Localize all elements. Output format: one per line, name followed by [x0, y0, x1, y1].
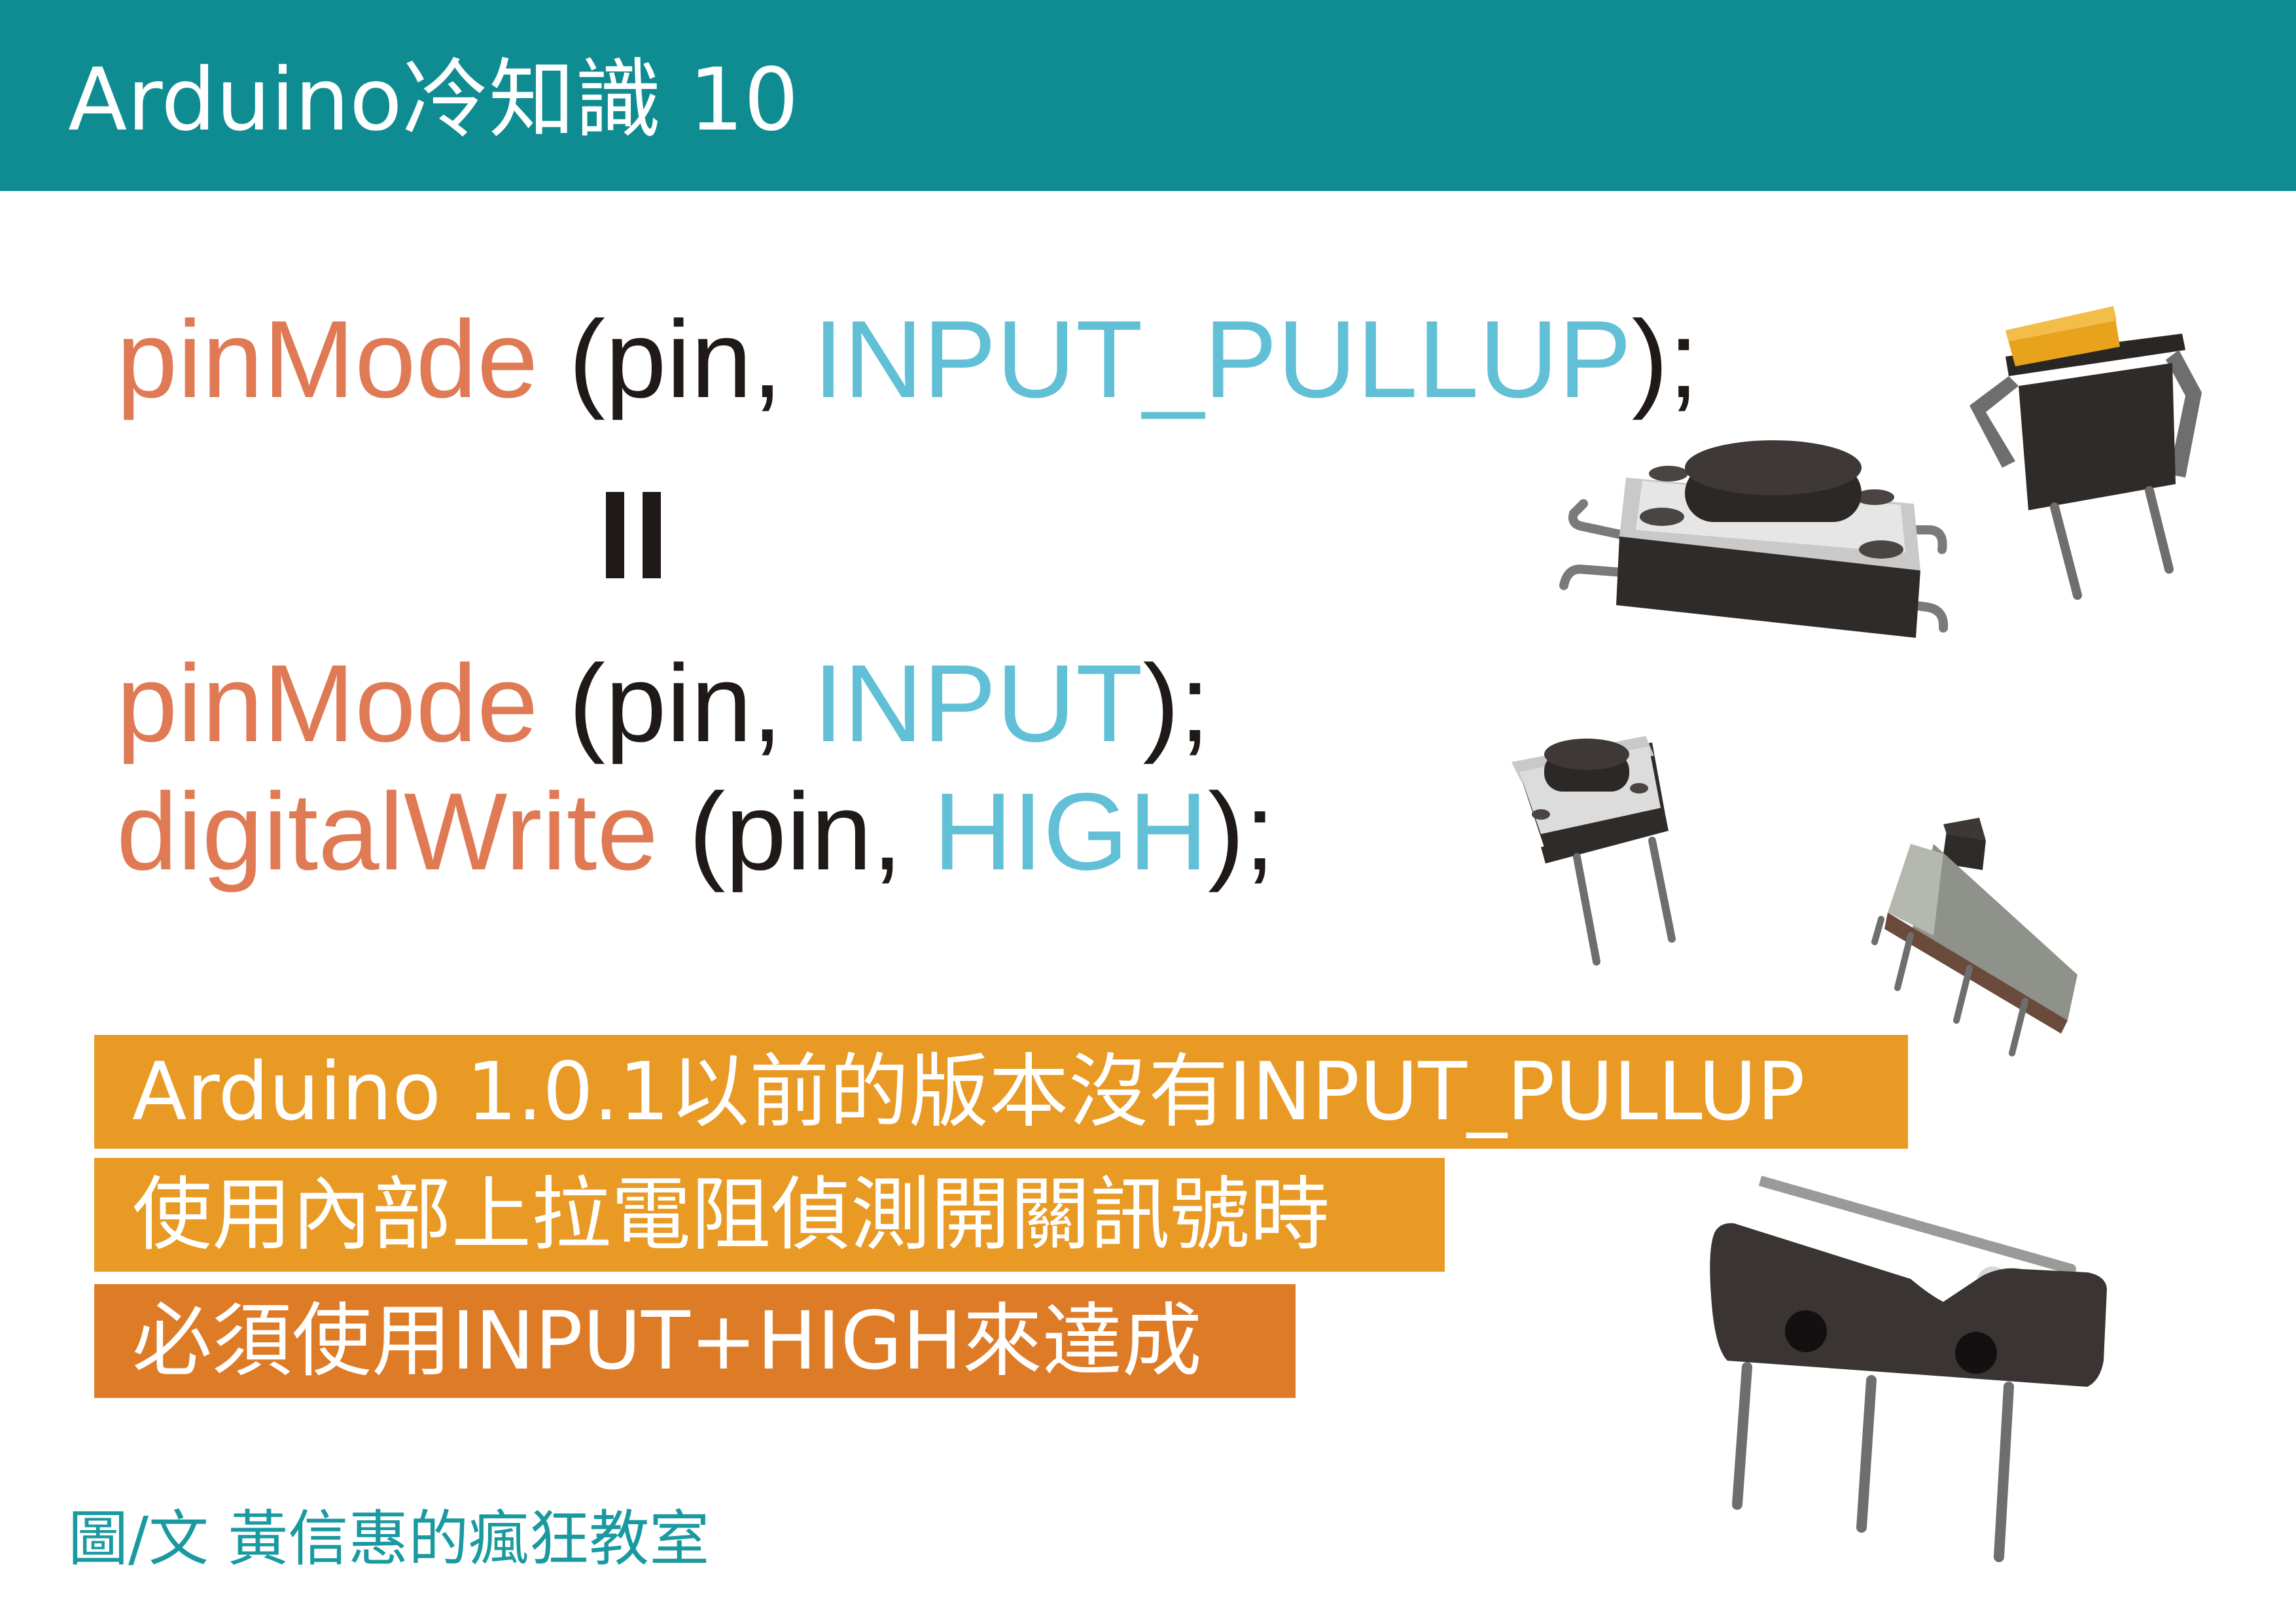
- equals-sign: [601, 492, 666, 578]
- header-bar: Arduino冷知識 10: [0, 0, 2296, 191]
- code-constant: INPUT_PULLUP: [813, 298, 1632, 421]
- code-args-open: (pin,: [538, 642, 813, 765]
- code-function: digitalWrite: [116, 770, 658, 893]
- tactile-switch-small-illustration: [1511, 736, 1676, 966]
- code-line-digitalwrite: digitalWrite (pin, HIGH);: [116, 769, 1275, 894]
- code-args-open: (pin,: [538, 298, 813, 421]
- micro-switch-illustration: [1710, 1176, 2107, 1562]
- push-button-round-illustration: [1969, 306, 2202, 600]
- code-function: pinMode: [116, 298, 539, 421]
- credit-text: 圖/文 黃信惠的瘋狂教室: [68, 1504, 710, 1574]
- tactile-switch-smd-illustration: [1559, 440, 1949, 638]
- slide-switch-illustration: [1871, 818, 2077, 1056]
- code-line-input-pullup: pinMode (pin, INPUT_PULLUP);: [116, 297, 1699, 421]
- note-version: Arduino 1.0.1以前的版本沒有INPUT_PULLUP: [94, 1035, 1908, 1149]
- code-constant: INPUT: [813, 642, 1143, 765]
- code-args-close: );: [1208, 770, 1275, 893]
- note-input-high: 必須使用INPUT+HIGH來達成: [94, 1284, 1296, 1398]
- code-args-open: (pin,: [658, 770, 934, 893]
- code-function: pinMode: [116, 642, 539, 765]
- code-constant: HIGH: [933, 770, 1209, 893]
- code-args-close: );: [1142, 642, 1210, 765]
- code-args-close: );: [1631, 298, 1699, 421]
- code-line-input: pinMode (pin, INPUT);: [116, 641, 1210, 765]
- page-title: Arduino冷知識 10: [68, 50, 799, 150]
- note-pullup-usage: 使用內部上拉電阻偵測開關訊號時: [94, 1158, 1445, 1272]
